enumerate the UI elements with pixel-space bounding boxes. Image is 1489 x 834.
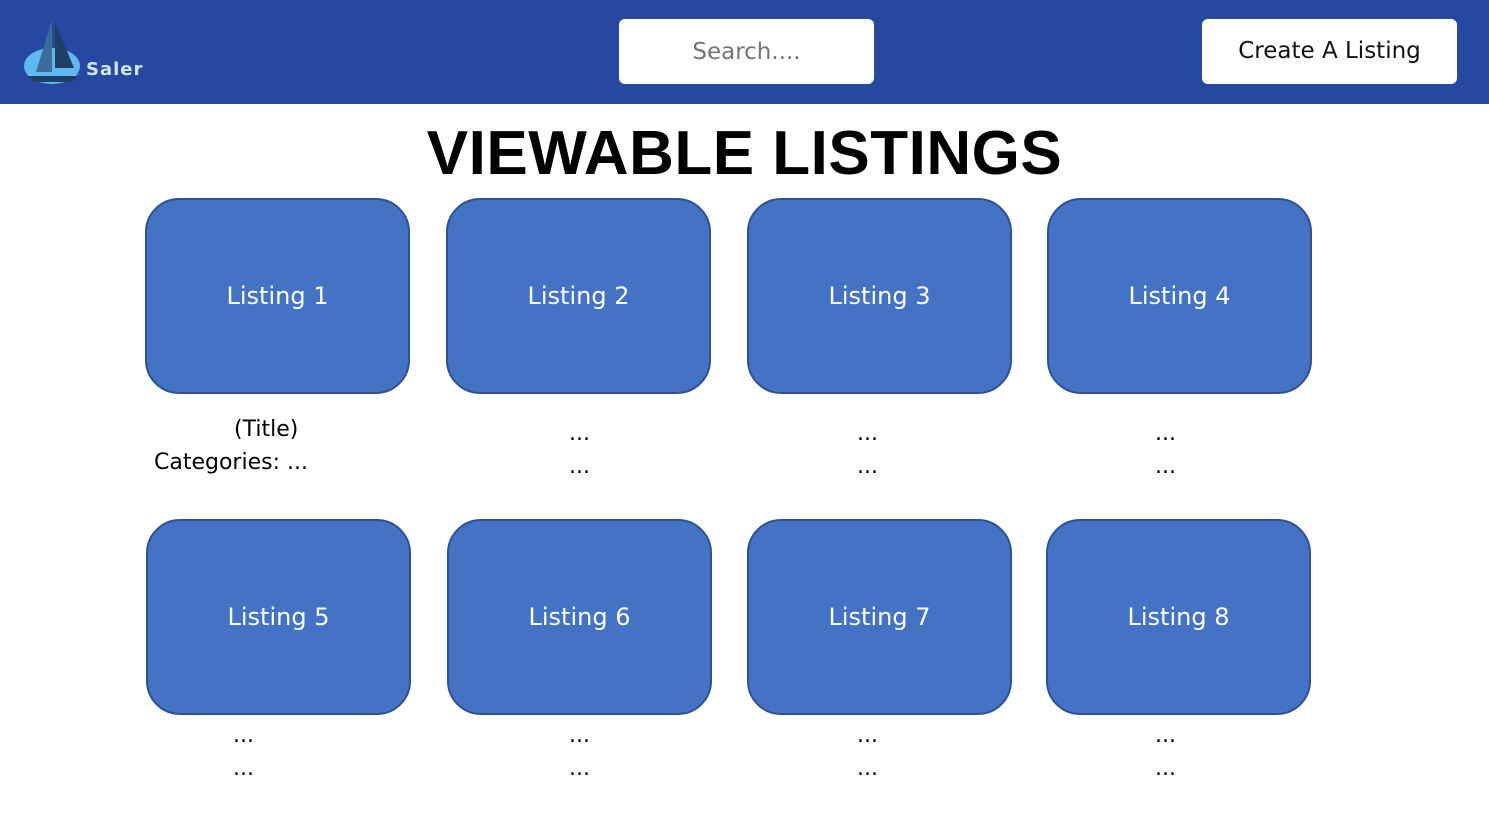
listing-card-4[interactable]: Listing 4 <box>1047 198 1312 394</box>
listing-card-8[interactable]: Listing 8 <box>1046 519 1311 715</box>
listing-categories: ... <box>1155 756 1176 781</box>
listing-label: Listing 7 <box>828 603 931 631</box>
listing-6-meta: ... ... <box>569 719 590 785</box>
listing-label: Listing 4 <box>1128 282 1231 310</box>
listing-categories: Categories: ... <box>154 450 308 475</box>
sailboat-icon <box>24 20 80 84</box>
search-input[interactable] <box>618 18 875 85</box>
listing-2-meta: ... ... <box>569 417 590 483</box>
listing-title: ... <box>569 421 590 446</box>
listing-card-1[interactable]: Listing 1 <box>145 198 410 394</box>
top-bar: Saler Create A Listing <box>0 0 1489 104</box>
listing-label: Listing 1 <box>226 282 329 310</box>
listing-label: Listing 2 <box>527 282 630 310</box>
listing-title: (Title) <box>234 417 299 442</box>
listing-3-meta: ... ... <box>857 417 878 483</box>
create-listing-button[interactable]: Create A Listing <box>1201 18 1458 85</box>
listing-label: Listing 6 <box>528 603 631 631</box>
listing-card-7[interactable]: Listing 7 <box>747 519 1012 715</box>
listing-categories: ... <box>233 756 254 781</box>
listing-card-5[interactable]: Listing 5 <box>146 519 411 715</box>
listing-card-3[interactable]: Listing 3 <box>747 198 1012 394</box>
logo-text: Saler <box>86 59 144 80</box>
listing-title: ... <box>857 723 878 748</box>
listing-4-meta: ... ... <box>1155 417 1176 483</box>
listing-7-meta: ... ... <box>857 719 878 785</box>
listing-8-meta: ... ... <box>1155 719 1176 785</box>
listing-title: ... <box>1155 421 1176 446</box>
listing-categories: ... <box>857 756 878 781</box>
listing-categories: ... <box>569 756 590 781</box>
listing-categories: ... <box>1155 454 1176 479</box>
listing-label: Listing 8 <box>1127 603 1230 631</box>
listing-title: ... <box>569 723 590 748</box>
saler-logo[interactable]: Saler <box>22 16 152 88</box>
page-title: VIEWABLE LISTINGS <box>426 119 1063 188</box>
listing-card-2[interactable]: Listing 2 <box>446 198 711 394</box>
listing-categories: ... <box>569 454 590 479</box>
listing-title: ... <box>233 723 254 748</box>
listing-5-meta: ... ... <box>233 719 254 785</box>
listing-1-meta: (Title) Categories: ... <box>154 413 308 479</box>
listing-card-6[interactable]: Listing 6 <box>447 519 712 715</box>
listing-label: Listing 5 <box>227 603 330 631</box>
listing-categories: ... <box>857 454 878 479</box>
listing-title: ... <box>857 421 878 446</box>
listing-title: ... <box>1155 723 1176 748</box>
listing-label: Listing 3 <box>828 282 931 310</box>
